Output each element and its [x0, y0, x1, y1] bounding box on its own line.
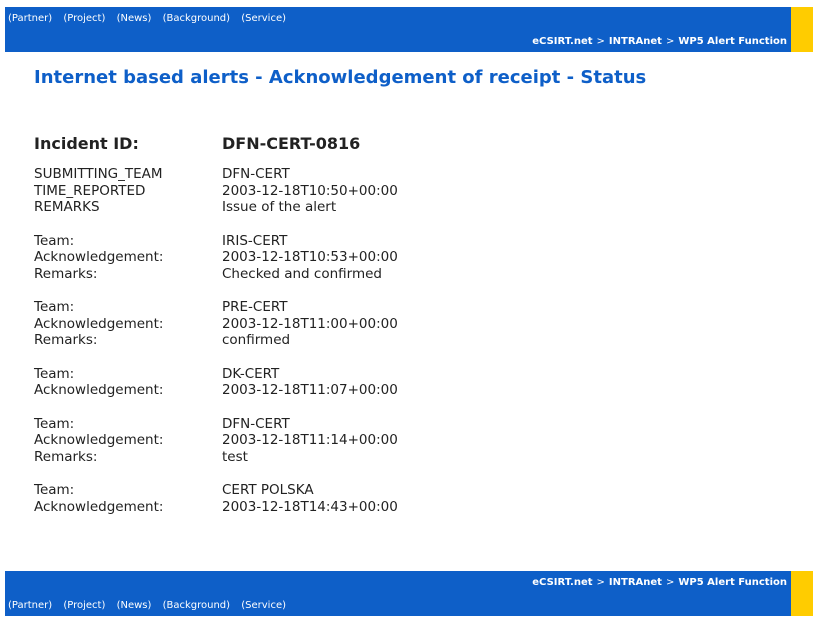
ack-block: Team: DFN-CERT Acknowledgement: 2003-12-…: [34, 416, 734, 466]
ack-team-row: Team: DK-CERT: [34, 366, 734, 383]
nav-link-project[interactable]: (Project): [63, 13, 105, 24]
remarks-value: Checked and confirmed: [222, 265, 382, 282]
ack-team-row: Team: DFN-CERT: [34, 416, 734, 433]
summary-block: SUBMITTING_TEAM DFN-CERT TIME_REPORTED 2…: [34, 166, 734, 216]
nav-link-service[interactable]: (Service): [241, 600, 286, 611]
remarks-label: Remarks:: [34, 265, 98, 282]
summary-row: TIME_REPORTED 2003-12-18T10:50+00:00: [34, 183, 734, 200]
remarks-value: confirmed: [222, 332, 291, 348]
summary-key: SUBMITTING_TEAM: [34, 166, 163, 182]
breadcrumb-separator: >: [596, 577, 605, 588]
team-label: Team:: [34, 299, 75, 315]
summary-key: REMARKS: [34, 199, 100, 215]
breadcrumb-item-ecsirt[interactable]: eCSIRT.net: [532, 577, 592, 588]
team-value: DFN-CERT: [222, 415, 290, 432]
breadcrumb-item-wp5[interactable]: WP5 Alert Function: [678, 577, 787, 588]
ack-remarks-row: Remarks: confirmed: [34, 332, 734, 349]
ack-block: Team: DK-CERT Acknowledgement: 2003-12-1…: [34, 366, 734, 399]
ack-remarks-row: Remarks: Checked and confirmed: [34, 266, 734, 283]
ack-block: Team: IRIS-CERT Acknowledgement: 2003-12…: [34, 233, 734, 283]
incident-id-label: Incident ID:: [34, 134, 139, 153]
nav-link-partner[interactable]: (Partner): [8, 600, 52, 611]
summary-value: DFN-CERT: [222, 166, 290, 182]
ack-time-row: Acknowledgement: 2003-12-18T10:53+00:00: [34, 249, 734, 266]
ack-label: Acknowledgement:: [34, 382, 164, 398]
ack-value: 2003-12-18T11:07+00:00: [222, 382, 398, 398]
nav-link-service[interactable]: (Service): [241, 13, 286, 24]
page-title: Internet based alerts - Acknowledgement …: [34, 67, 647, 88]
summary-value: Issue of the alert: [222, 199, 337, 215]
summary-row: REMARKS Issue of the alert: [34, 199, 734, 216]
top-accent-block: [791, 7, 813, 52]
breadcrumb-item-ecsirt[interactable]: eCSIRT.net: [532, 36, 592, 47]
team-value: DK-CERT: [222, 365, 280, 382]
nav-link-project[interactable]: (Project): [63, 600, 105, 611]
team-value: CERT POLSKA: [222, 482, 314, 498]
bottom-nav-bar: eCSIRT.net > INTRAnet > WP5 Alert Function (…: [5, 571, 791, 616]
remarks-label: Remarks:: [34, 332, 98, 348]
ack-label: Acknowledgement:: [34, 432, 164, 448]
breadcrumb-item-wp5[interactable]: WP5 Alert Function: [678, 36, 787, 47]
top-nav-links: (Partner) (Project) (News) (Background) …: [8, 13, 294, 24]
incident-id-value: DFN-CERT-0816: [222, 134, 361, 153]
ack-time-row: Acknowledgement: 2003-12-18T11:14+00:00: [34, 432, 734, 449]
nav-link-news[interactable]: (News): [117, 13, 152, 24]
top-nav-bar: (Partner) (Project) (News) (Background) …: [5, 7, 791, 52]
ack-remarks-row: Remarks: test: [34, 449, 734, 466]
nav-link-news[interactable]: (News): [117, 600, 152, 611]
ack-team-row: Team: CERT POLSKA: [34, 482, 734, 499]
ack-team-row: Team: IRIS-CERT: [34, 233, 734, 250]
summary-row: SUBMITTING_TEAM DFN-CERT: [34, 166, 734, 183]
breadcrumb-separator: >: [665, 36, 675, 47]
nav-link-background[interactable]: (Background): [163, 600, 230, 611]
team-label: Team:: [34, 482, 75, 498]
bottom-nav-links: (Partner) (Project) (News) (Background) …: [8, 600, 294, 611]
ack-time-row: Acknowledgement: 2003-12-18T11:00+00:00: [34, 316, 734, 333]
ack-time-row: Acknowledgement: 2003-12-18T14:43+00:00: [34, 499, 734, 516]
ack-time-row: Acknowledgement: 2003-12-18T11:07+00:00: [34, 382, 734, 399]
bottom-accent-block: [791, 571, 813, 616]
remarks-label: Remarks:: [34, 448, 98, 465]
ack-label: Acknowledgement:: [34, 498, 164, 515]
status-content: Incident ID: DFN-CERT-0816 SUBMITTING_TE…: [34, 134, 734, 532]
team-label: Team:: [34, 365, 75, 382]
breadcrumb-item-intranet[interactable]: INTRAnet: [609, 577, 662, 588]
team-value: PRE-CERT: [222, 299, 288, 315]
ack-team-row: Team: PRE-CERT: [34, 299, 734, 316]
ack-label: Acknowledgement:: [34, 249, 164, 265]
nav-link-partner[interactable]: (Partner): [8, 13, 52, 24]
breadcrumb: eCSIRT.net > INTRAnet > WP5 Alert Function: [532, 36, 787, 47]
breadcrumb: eCSIRT.net > INTRAnet > WP5 Alert Function: [532, 577, 787, 588]
summary-value: 2003-12-18T10:50+00:00: [222, 182, 398, 199]
breadcrumb-separator: >: [596, 36, 605, 47]
ack-label: Acknowledgement:: [34, 315, 164, 332]
breadcrumb-item-intranet[interactable]: INTRAnet: [609, 36, 662, 47]
ack-value: 2003-12-18T10:53+00:00: [222, 249, 398, 265]
ack-value: 2003-12-18T11:14+00:00: [222, 432, 398, 448]
remarks-value: test: [222, 448, 248, 465]
ack-value: 2003-12-18T14:43+00:00: [222, 498, 398, 515]
team-label: Team:: [34, 415, 75, 432]
nav-link-background[interactable]: (Background): [163, 13, 230, 24]
ack-block: Team: PRE-CERT Acknowledgement: 2003-12-…: [34, 299, 734, 349]
team-value: IRIS-CERT: [222, 232, 288, 249]
incident-id-row: Incident ID: DFN-CERT-0816: [34, 134, 734, 154]
summary-key: TIME_REPORTED: [34, 182, 146, 199]
team-label: Team:: [34, 232, 75, 249]
breadcrumb-separator: >: [665, 577, 675, 588]
ack-value: 2003-12-18T11:00+00:00: [222, 315, 398, 332]
ack-block: Team: CERT POLSKA Acknowledgement: 2003-…: [34, 482, 734, 515]
